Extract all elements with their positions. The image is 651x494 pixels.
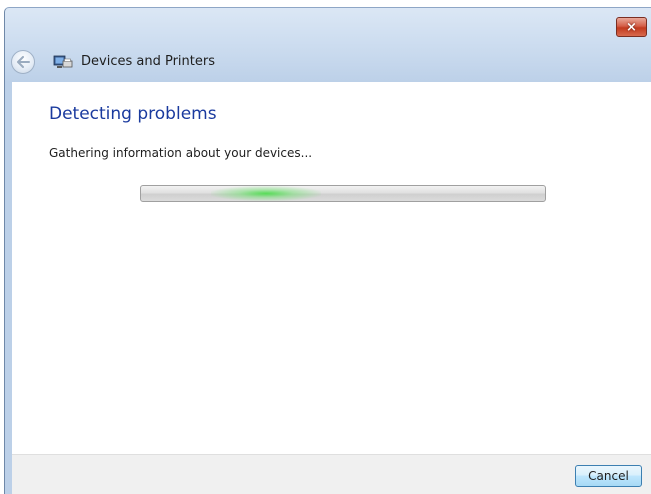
progress-glow xyxy=(211,186,321,201)
status-text: Gathering information about your devices… xyxy=(49,146,313,160)
close-icon: × xyxy=(626,19,637,35)
desktop: × Devices and Printers Detecting problem… xyxy=(0,0,651,494)
back-button[interactable] xyxy=(11,50,35,74)
cancel-button[interactable]: Cancel xyxy=(575,465,642,487)
footer-bar: Cancel xyxy=(12,454,651,494)
window-title: Devices and Printers xyxy=(81,54,215,69)
troubleshooter-window: × Devices and Printers Detecting problem… xyxy=(4,7,651,494)
devices-printers-icon xyxy=(53,55,73,68)
progress-bar xyxy=(140,185,546,202)
content-area: Detecting problems Gathering information… xyxy=(12,82,651,454)
close-button[interactable]: × xyxy=(616,17,647,37)
page-heading: Detecting problems xyxy=(49,104,217,124)
navigation-bar: Devices and Printers xyxy=(5,44,651,82)
back-arrow-icon xyxy=(17,56,30,68)
